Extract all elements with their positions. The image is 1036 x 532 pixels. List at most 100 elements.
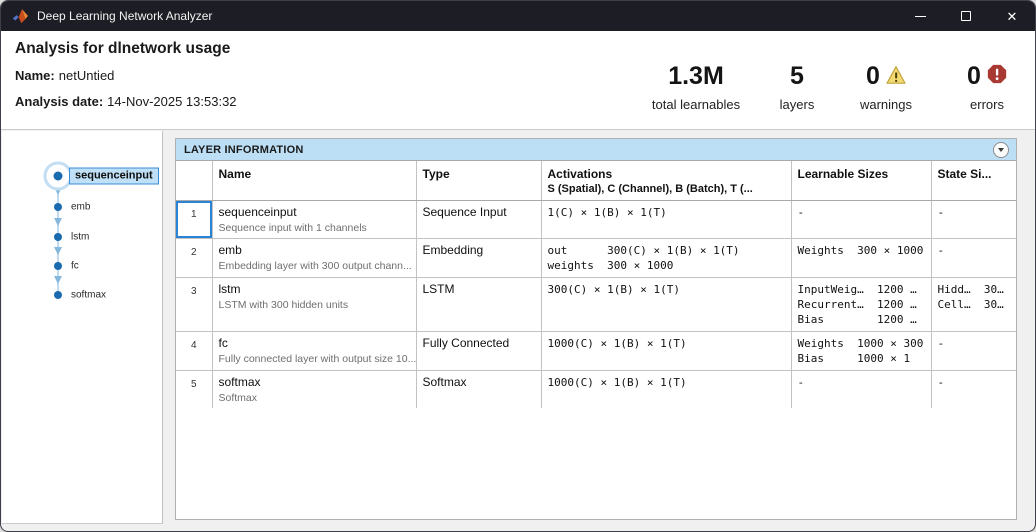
window-title: Deep Learning Network Analyzer: [37, 9, 213, 23]
layers-value: 5: [790, 61, 804, 90]
layer-activations: 1(C) × 1(B) × 1(T): [540, 199, 792, 239]
edge-arrow-icon: [54, 276, 62, 284]
window-controls: ✕: [897, 1, 1035, 31]
error-icon: [987, 62, 1007, 91]
name-label: Name:: [15, 68, 55, 83]
stat-layers: 5 layers: [761, 61, 833, 113]
layer-learnables: Weights 300 × 1000: [790, 237, 932, 278]
maximize-button[interactable]: [943, 1, 989, 31]
analysis-date: Analysis date: 14-Nov-2025 13:53:32: [15, 94, 237, 109]
graph-node-sequenceinput[interactable]: sequenceinput: [69, 167, 159, 185]
layer-type: Embedding: [415, 237, 542, 278]
layer-learnables: -: [790, 369, 932, 409]
layer-description: Softmax: [218, 391, 258, 404]
col-header-index: [175, 160, 213, 201]
layer-type: Softmax: [415, 369, 542, 409]
table-header-row: Name Type Activations S (Spatial), C (Ch…: [175, 160, 1017, 201]
matlab-logo-icon: [12, 8, 28, 24]
layer-learnables: InputWeig… 1200 … Recurrent… 1200 … Bias…: [790, 276, 932, 332]
layer-name: emb: [218, 242, 242, 257]
total-learnables-value: 1.3M: [668, 61, 724, 90]
layer-description: Sequence input with 1 channels: [218, 221, 367, 234]
layer-name: lstm: [218, 281, 241, 296]
table-row[interactable]: 2 emb Embedding layer with 300 output ch…: [175, 237, 1017, 278]
layer-description: LSTM with 300 hidden units: [218, 298, 349, 311]
layer-states: -: [930, 237, 1017, 278]
table-row[interactable]: 3 lstm LSTM with 300 hidden units LSTM 3…: [175, 276, 1017, 332]
layer-information-header: LAYER INFORMATION: [176, 139, 1016, 161]
node-dot-softmax[interactable]: [54, 291, 62, 299]
warnings-label: warnings: [859, 97, 913, 112]
panel-title: LAYER INFORMATION: [184, 143, 304, 156]
layer-type: Fully Connected: [415, 330, 542, 371]
layer-activations: out 300(C) × 1(B) × 1(T) weights 300 × 1…: [540, 237, 792, 278]
layer-states: -: [930, 330, 1017, 371]
errors-value: 0: [967, 61, 981, 90]
stat-warnings: 0 warnings: [834, 61, 938, 113]
warning-icon: [885, 62, 906, 91]
row-index-selected[interactable]: 1: [175, 199, 213, 239]
layer-type: LSTM: [415, 276, 542, 332]
row-index[interactable]: 4: [175, 330, 213, 371]
layer-description: Embedding layer with 300 output chann...: [218, 259, 412, 272]
layer-name: softmax: [218, 374, 261, 389]
layer-learnables: Weights 1000 × 300 Bias 1000 × 1: [790, 330, 932, 371]
page-title: Analysis for dlnetwork usage: [15, 40, 231, 57]
minimize-button[interactable]: [897, 1, 943, 31]
layer-activations: 1000(C) × 1(B) × 1(T): [540, 330, 792, 371]
col-header-name: Name: [211, 160, 417, 201]
col-header-activations-subtitle: S (Spatial), C (Channel), B (Batch), T (…: [547, 183, 753, 195]
errors-label: errors: [970, 97, 1004, 112]
table-row[interactable]: 5 softmax Softmax Softmax 1000(C) × 1(B)…: [175, 369, 1017, 409]
graph-node-emb[interactable]: emb: [71, 202, 90, 213]
app-window: Deep Learning Network Analyzer ✕ Analysi…: [0, 0, 1036, 532]
layer-states: -: [930, 199, 1017, 239]
edge-arrow-icon: [54, 247, 62, 255]
layer-states: -: [930, 369, 1017, 409]
collapse-panel-button[interactable]: [993, 141, 1009, 158]
row-index[interactable]: 5: [175, 369, 213, 409]
edge-arrow-icon: [54, 218, 62, 226]
layer-type: Sequence Input: [415, 199, 542, 239]
layers-label: layers: [779, 97, 815, 112]
graph-node-softmax[interactable]: softmax: [71, 290, 106, 301]
name-value: netUntied: [58, 68, 115, 83]
network-graph-panel: sequenceinput emb lstm fc softmax: [2, 131, 163, 524]
table-row[interactable]: 4 fc Fully connected layer with output s…: [175, 330, 1017, 371]
layer-table: Name Type Activations S (Spatial), C (Ch…: [175, 160, 1017, 409]
close-icon: ✕: [1006, 8, 1018, 24]
col-header-type: Type: [415, 160, 542, 201]
layer-information-panel: LAYER INFORMATION Name Type Activations …: [175, 138, 1017, 520]
date-value: 14-Nov-2025 13:53:32: [107, 94, 237, 109]
network-name: Name: netUntied: [15, 68, 114, 83]
graph-node-lstm[interactable]: lstm: [71, 232, 89, 243]
analysis-header: Analysis for dlnetwork usage Name: netUnt…: [1, 31, 1035, 130]
titlebar: Deep Learning Network Analyzer ✕: [1, 1, 1035, 31]
layer-activations: 1000(C) × 1(B) × 1(T): [540, 369, 792, 409]
table-row[interactable]: 1 sequenceinput Sequence input with 1 ch…: [175, 199, 1017, 239]
layer-learnables: -: [790, 199, 932, 239]
graph-node-fc[interactable]: fc: [71, 261, 79, 272]
col-header-activations: Activations S (Spatial), C (Channel), B …: [540, 160, 792, 201]
chevron-down-icon: [998, 148, 1004, 152]
col-header-learnable-sizes: Learnable Sizes: [790, 160, 932, 201]
row-index[interactable]: 2: [175, 237, 213, 278]
total-learnables-label: total learnables: [651, 97, 741, 112]
col-header-state-sizes: State Si...: [930, 160, 1017, 201]
row-index[interactable]: 3: [175, 276, 213, 332]
node-dot-emb[interactable]: [54, 203, 62, 211]
layer-description: Fully connected layer with output size 1…: [218, 352, 416, 365]
layer-states: Hidd… 30… Cell… 30…: [930, 276, 1017, 332]
node-dot-lstm[interactable]: [54, 233, 62, 241]
layer-name: sequenceinput: [218, 204, 297, 219]
layer-name: fc: [218, 335, 228, 350]
layer-activations: 300(C) × 1(B) × 1(T): [540, 276, 792, 332]
stat-total-learnables: 1.3M total learnables: [619, 61, 773, 113]
node-dot-fc[interactable]: [54, 262, 62, 270]
close-button[interactable]: ✕: [989, 1, 1035, 31]
date-label: Analysis date:: [15, 94, 104, 109]
minimize-icon: [914, 15, 926, 17]
stat-errors: 0 errors: [941, 62, 1033, 112]
warnings-value: 0: [866, 61, 880, 90]
node-dot-sequenceinput[interactable]: [53, 171, 63, 181]
